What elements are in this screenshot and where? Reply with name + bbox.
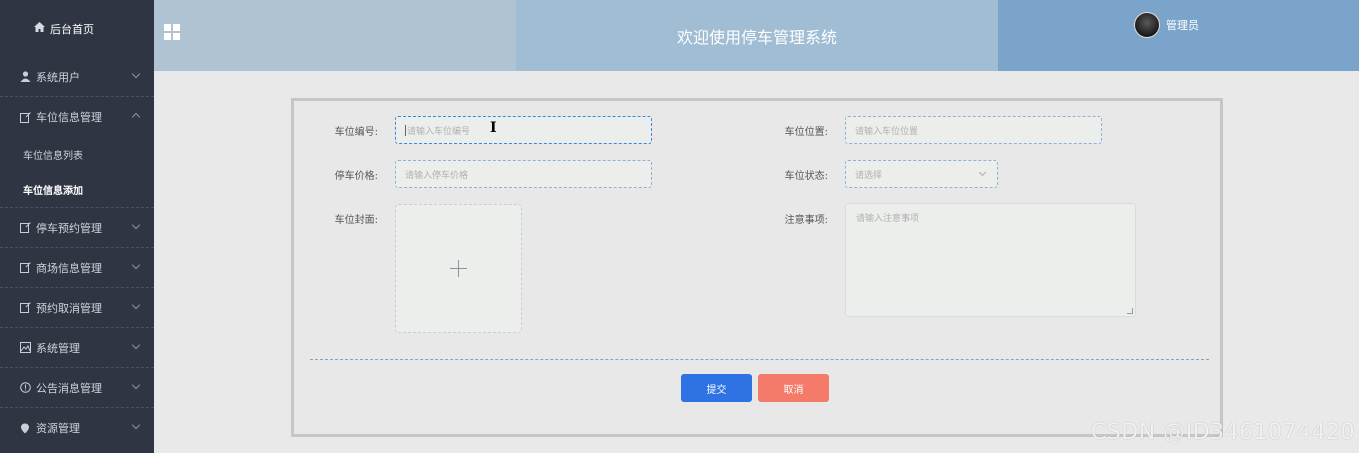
- notes-label: 注意事项:: [784, 215, 828, 226]
- edit-icon: [18, 222, 32, 233]
- sidebar-item-label: 公告消息管理: [36, 381, 102, 395]
- sidebar-item-system-admin[interactable]: 系统管理: [0, 328, 154, 368]
- chevron-down-icon: [131, 340, 141, 350]
- sidebar-item-mall-info[interactable]: 商场信息管理: [0, 248, 154, 288]
- sidebar-item-label: 停车预约管理: [36, 221, 102, 235]
- chevron-down-icon: [131, 380, 141, 390]
- sidebar-item-label: 车位信息管理: [36, 111, 102, 124]
- sidebar-item-system-users[interactable]: 系统用户: [0, 57, 154, 97]
- page-title: 欢迎使用停车管理系统: [676, 27, 837, 47]
- add-spot-form: 车位编号: 请输入车位编号 车位位置: 请输入车位位置 停车价格: 请输入停车价…: [291, 98, 1223, 437]
- sidebar-subitem-spot-list[interactable]: 车位信息列表: [0, 137, 154, 172]
- cancel-button[interactable]: 取消: [758, 374, 829, 402]
- cover-upload[interactable]: [395, 204, 522, 333]
- sidebar-home[interactable]: 后台首页: [0, 0, 154, 57]
- price-placeholder: 请输入停车价格: [405, 170, 469, 181]
- sidebar-item-label: 系统用户: [36, 70, 80, 84]
- home-icon: [34, 22, 45, 35]
- status-placeholder: 请选择: [855, 170, 883, 181]
- plus-icon: [450, 260, 467, 277]
- chevron-up-icon: [131, 112, 141, 122]
- spot-no-placeholder: 请输入车位编号: [407, 126, 471, 137]
- spot-location-placeholder: 请输入车位位置: [855, 126, 919, 137]
- notes-textarea[interactable]: 请输入注意事项: [845, 203, 1136, 317]
- user-name: 管理员: [1166, 19, 1199, 32]
- edit-icon: [18, 111, 32, 123]
- sidebar-item-label: 预约取消管理: [36, 301, 102, 315]
- header-title-block: 欢迎使用停车管理系统: [516, 0, 998, 71]
- sidebar-item-spot-info[interactable]: 车位信息管理: [0, 97, 154, 137]
- chevron-down-icon: [131, 220, 141, 230]
- sidebar-item-announcements[interactable]: 公告消息管理: [0, 368, 154, 408]
- chevron-down-icon: [131, 420, 141, 430]
- avatar[interactable]: [1134, 12, 1160, 38]
- form-divider: [310, 359, 1209, 360]
- sidebar-submenu: 车位信息列表 车位信息添加: [0, 137, 154, 208]
- submit-button[interactable]: 提交: [681, 374, 752, 402]
- spot-location-input[interactable]: 请输入车位位置: [845, 116, 1102, 144]
- sidebar-item-label: 商场信息管理: [36, 261, 102, 275]
- chevron-down-icon: [131, 260, 141, 270]
- location-icon: [18, 423, 32, 434]
- sidebar-item-resources[interactable]: 资源管理: [0, 408, 154, 448]
- status-label: 车位状态:: [784, 171, 828, 182]
- text-caret: [405, 124, 406, 136]
- sidebar-item-label: 资源管理: [36, 422, 80, 435]
- edit-icon: [18, 262, 32, 273]
- sidebar-home-label: 后台首页: [50, 22, 94, 36]
- chevron-down-icon: [131, 300, 141, 310]
- spot-no-label: 车位编号:: [334, 127, 378, 138]
- price-input[interactable]: 请输入停车价格: [395, 160, 652, 188]
- status-select[interactable]: 请选择: [845, 160, 998, 188]
- chevron-down-icon: [978, 168, 987, 177]
- top-header: 欢迎使用停车管理系统 管理员: [154, 0, 1359, 71]
- header-left-block: [154, 0, 516, 71]
- info-icon: [18, 382, 32, 393]
- text-cursor-icon: I: [490, 120, 497, 136]
- menu-grid-icon[interactable]: [164, 24, 180, 40]
- chevron-down-icon: [131, 69, 141, 79]
- sidebar-item-label: 系统管理: [36, 341, 80, 355]
- user-icon: [18, 71, 32, 82]
- sidebar-item-reservation[interactable]: 停车预约管理: [0, 208, 154, 248]
- edit-icon: [18, 302, 32, 313]
- spot-location-label: 车位位置:: [784, 127, 828, 138]
- picture-icon: [18, 342, 32, 353]
- sidebar: 后台首页 系统用户 车位信息管理 车位信息列表 车位信息添加 停车预约管理 商场…: [0, 0, 154, 453]
- user-menu[interactable]: 管理员: [1134, 12, 1199, 38]
- resize-handle-icon[interactable]: [1127, 308, 1133, 314]
- price-label: 停车价格:: [334, 171, 378, 182]
- cover-label: 车位封面:: [334, 215, 378, 226]
- sidebar-item-cancel-reservation[interactable]: 预约取消管理: [0, 288, 154, 328]
- watermark: CSDN @ID3461074420: [1090, 420, 1355, 445]
- spot-no-input[interactable]: 请输入车位编号: [395, 116, 652, 144]
- sidebar-subitem-spot-add[interactable]: 车位信息添加: [0, 172, 154, 207]
- notes-placeholder: 请输入注意事项: [856, 214, 920, 224]
